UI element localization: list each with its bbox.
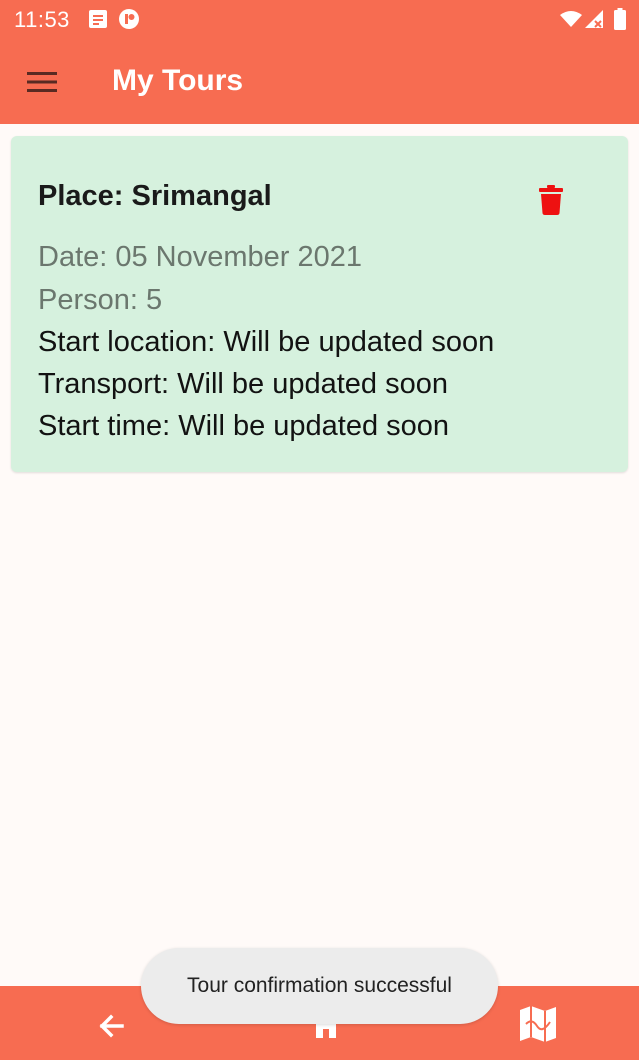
signal-icon (585, 10, 603, 28)
tour-start-location: Start location: Will be updated soon (38, 326, 495, 358)
trash-icon (539, 185, 563, 215)
tour-person-count: Person: 5 (38, 284, 163, 316)
page-title: My Tours (112, 64, 244, 97)
notes-icon (89, 10, 107, 28)
status-bar: 11:53 (0, 0, 639, 40)
menu-button[interactable] (20, 62, 64, 102)
my-tours-screen: 11:53 My Tours Place: Srimangal Date: 05… (0, 0, 639, 1060)
tour-start-time: Start time: Will be updated soon (38, 410, 450, 442)
tour-place: Place: Srimangal (38, 180, 272, 212)
app-bar: My Tours (0, 40, 639, 124)
status-time: 11:53 (14, 7, 70, 32)
wifi-icon (560, 11, 582, 27)
delete-tour-button[interactable] (533, 180, 569, 220)
app-notification-icon (119, 9, 139, 29)
toast-text: Tour confirmation successful (187, 974, 452, 997)
tour-card[interactable]: Place: Srimangal Date: 05 November 2021 … (11, 136, 628, 472)
tour-transport: Transport: Will be updated soon (38, 368, 448, 400)
map-icon[interactable] (516, 1004, 560, 1044)
battery-icon (614, 8, 626, 30)
tour-date: Date: 05 November 2021 (38, 241, 363, 273)
toast-message: Tour confirmation successful (141, 948, 498, 1024)
back-arrow-icon[interactable] (92, 1006, 132, 1046)
hamburger-menu-icon (27, 72, 57, 92)
